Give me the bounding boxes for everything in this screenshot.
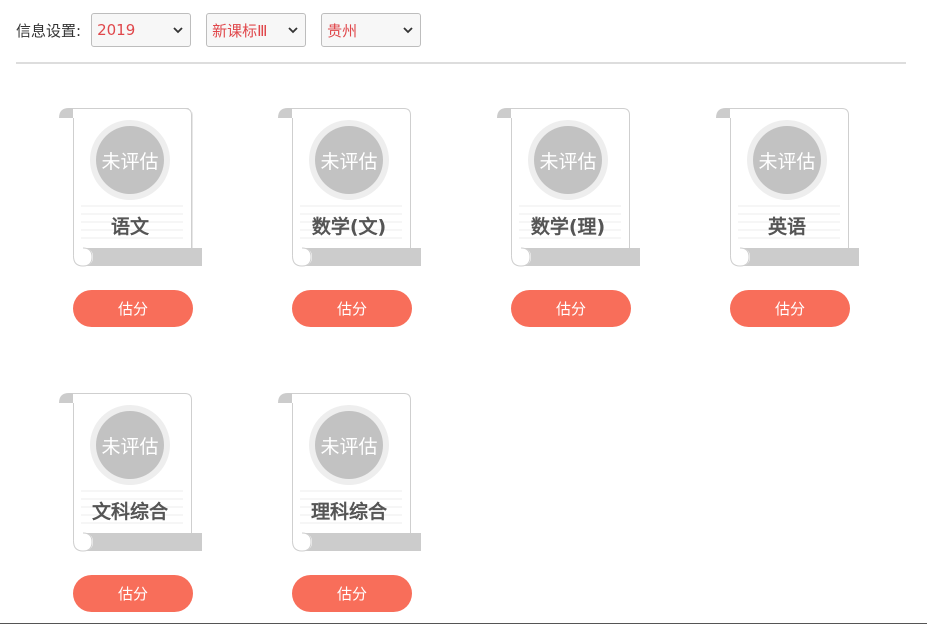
status-circle: 未评估 (753, 126, 821, 194)
chevron-down-icon (403, 27, 413, 34)
estimate-button[interactable]: 估分 (73, 290, 193, 327)
curriculum-select[interactable]: 新课标Ⅲ (206, 13, 307, 47)
estimate-button[interactable]: 估分 (511, 290, 631, 327)
chevron-down-icon (173, 27, 183, 34)
subject-name: 语文 (110, 216, 149, 238)
subject-card: 未评估 文科综合 估分 (59, 393, 219, 624)
year-select[interactable]: 2019 (91, 13, 192, 47)
year-select-value: 2019 (97, 21, 136, 39)
subject-name: 文科综合 (91, 501, 168, 523)
status-circle: 未评估 (96, 126, 164, 194)
status-circle: 未评估 (315, 411, 383, 479)
subject-card: 未评估 理科综合 估分 (278, 393, 438, 624)
status-circle: 未评估 (315, 126, 383, 194)
subject-name: 英语 (767, 216, 806, 238)
province-select-value: 贵州 (327, 21, 358, 40)
status-circle: 未评估 (534, 126, 602, 194)
score-estimation-page: 信息设置: 2019 新课标Ⅲ 贵州 未评估 语文 估分 未评估 数学(文) 估… (0, 0, 927, 624)
subject-card: 未评估 语文 估分 (59, 108, 219, 348)
status-circle: 未评估 (96, 411, 164, 479)
estimate-button[interactable]: 估分 (292, 575, 412, 612)
subject-card: 未评估 数学(理) 估分 (497, 108, 657, 348)
subject-card: 未评估 英语 估分 (716, 108, 876, 348)
subject-name: 数学(理) (530, 216, 606, 238)
settings-label: 信息设置: (16, 21, 82, 40)
chevron-down-icon (288, 27, 298, 34)
subject-name: 理科综合 (310, 501, 387, 523)
subject-card: 未评估 数学(文) 估分 (278, 108, 438, 348)
curriculum-select-value: 新课标Ⅲ (212, 21, 268, 40)
estimate-button[interactable]: 估分 (73, 575, 193, 612)
header-divider (16, 62, 906, 64)
estimate-button[interactable]: 估分 (292, 290, 412, 327)
subject-name: 数学(文) (311, 216, 387, 238)
info-settings-bar: 信息设置: 2019 新课标Ⅲ 贵州 (16, 12, 436, 48)
estimate-button[interactable]: 估分 (730, 290, 850, 327)
province-select[interactable]: 贵州 (321, 13, 422, 47)
